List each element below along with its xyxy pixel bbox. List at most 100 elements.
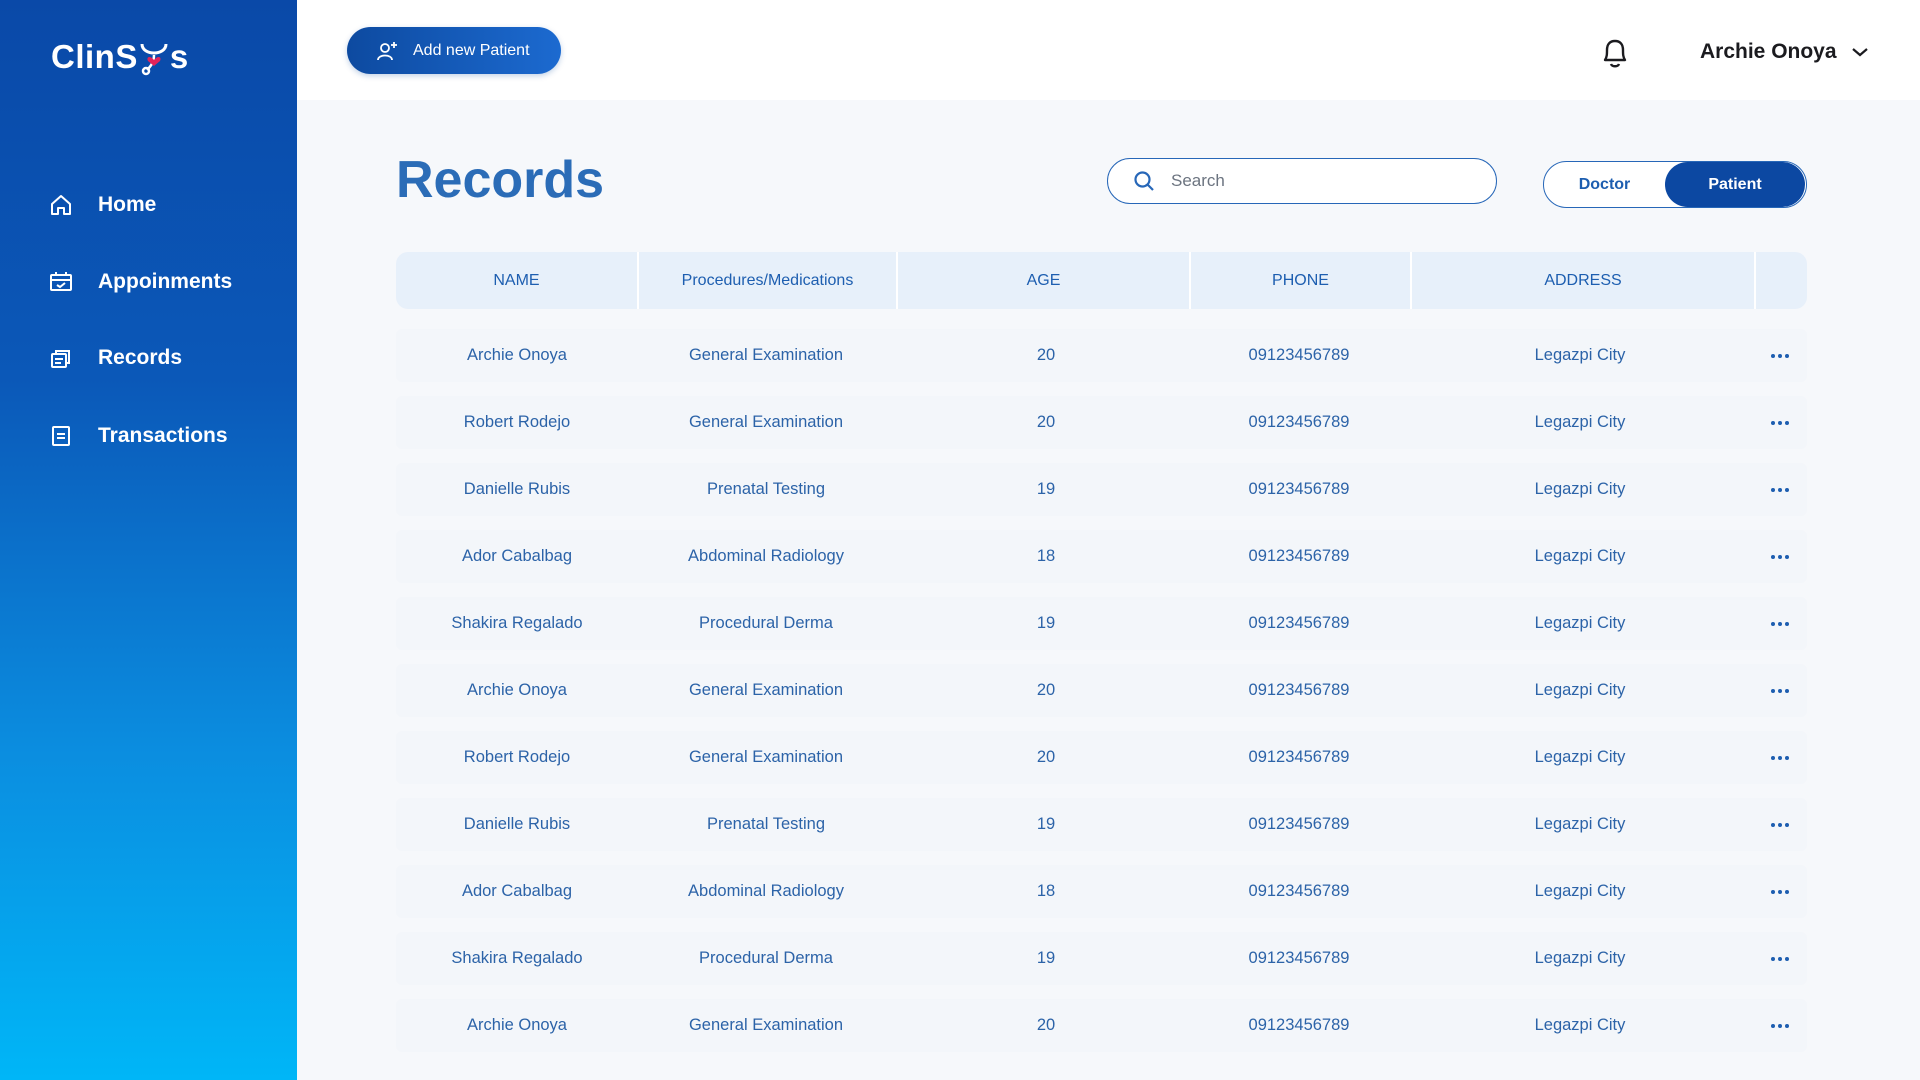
table-row[interactable]: Robert Rodejo General Examination 20 091234… [396,396,1807,449]
cell-address: Legazpi City [1534,815,1626,833]
sidebar-item-home[interactable]: Home [48,192,156,218]
top-bar: Add new Patient Archie Onoya [297,0,1920,100]
sidebar: ClinS s Home Appoinments Records Transac… [0,0,297,1080]
cell-address: Legazpi City [1534,547,1626,565]
column-header-name[interactable]: NAME [396,252,639,309]
table-row[interactable]: Danielle Rubis Prenatal Testing 19 09123456… [396,463,1807,516]
search-icon [1133,170,1155,192]
more-options-icon[interactable] [1760,999,1800,1052]
cell-phone: 09123456789 [1248,346,1350,364]
cell-phone: 09123456789 [1248,547,1350,565]
cell-age: 20 [1036,413,1056,431]
cell-name: Ador Cabalbag [461,547,573,565]
cell-procedure: Abdominal Radiology [688,882,844,900]
sidebar-item-records[interactable]: Records [48,345,182,371]
more-options-icon[interactable] [1760,463,1800,516]
cell-name: Robert Rodejo [463,413,571,431]
cell-procedure: Abdominal Radiology [688,547,844,565]
table-row[interactable]: Ador Cabalbag Abdominal Radiology 18 091234… [396,865,1807,918]
more-options-icon[interactable] [1760,731,1800,784]
toggle-patient[interactable]: Patient [1665,162,1805,207]
cell-phone: 09123456789 [1248,815,1350,833]
cell-name: Shakira Regalado [451,614,583,632]
more-options-icon[interactable] [1760,865,1800,918]
table-row[interactable]: Robert Rodejo General Examination 20 091234… [396,731,1807,784]
home-icon [48,192,74,218]
column-header-procedures[interactable]: Procedures/Medications [639,252,898,309]
app-logo[interactable]: ClinS s [51,38,189,76]
more-options-icon[interactable] [1760,932,1800,985]
cell-phone: 09123456789 [1248,681,1350,699]
user-menu[interactable]: Archie Onoya [1700,40,1869,64]
more-options-icon[interactable] [1760,329,1800,382]
cell-age: 20 [1036,748,1056,766]
logo-text-right: s [169,38,189,75]
document-icon [48,423,74,449]
cell-procedure: General Examination [688,681,844,699]
cell-name: Archie Onoya [467,346,567,364]
page-title: Records [396,151,605,209]
column-header-phone[interactable]: PHONE [1191,252,1412,309]
cell-phone: 09123456789 [1248,748,1350,766]
cell-procedure: Procedural Derma [699,949,833,967]
cell-phone: 09123456789 [1248,413,1350,431]
chevron-down-icon [1851,40,1869,64]
logo-text-left: ClinS [51,38,138,75]
table-row[interactable]: Archie Onoya General Examination 20 0912345… [396,329,1807,382]
add-user-icon [377,40,399,62]
more-options-icon[interactable] [1760,396,1800,449]
cell-procedure: Prenatal Testing [706,480,826,498]
cell-procedure: General Examination [688,346,844,364]
role-toggle: Doctor Patient [1543,161,1807,208]
cell-procedure: General Examination [688,413,844,431]
column-header-age[interactable]: AGE [898,252,1191,309]
records-table: NAME Procedures/Medications AGE PHONE AD… [396,252,1807,1052]
cell-procedure: General Examination [688,748,844,766]
cell-address: Legazpi City [1534,346,1626,364]
column-header-address[interactable]: ADDRESS [1412,252,1756,309]
table-row[interactable]: Shakira Regalado Procedural Derma 19 091234… [396,932,1807,985]
sidebar-item-label: Appoinments [98,270,233,293]
notification-bell-icon[interactable] [1599,36,1631,70]
cell-name: Shakira Regalado [451,949,583,967]
user-name: Archie Onoya [1700,40,1837,63]
cell-address: Legazpi City [1534,681,1626,699]
sidebar-item-label: Transactions [98,424,228,447]
cell-age: 19 [1036,949,1056,967]
sidebar-item-appointments[interactable]: Appoinments [48,269,232,295]
cell-phone: 09123456789 [1248,480,1350,498]
cell-address: Legazpi City [1534,882,1626,900]
cell-address: Legazpi City [1534,614,1626,632]
cell-procedure: Procedural Derma [699,614,833,632]
table-row[interactable]: Archie Onoya General Examination 20 0912345… [396,664,1807,717]
cell-address: Legazpi City [1534,480,1626,498]
search-input[interactable] [1169,170,1473,192]
cell-age: 19 [1036,480,1056,498]
sidebar-item-label: Records [98,346,183,369]
cell-address: Legazpi City [1534,748,1626,766]
cell-age: 19 [1036,815,1056,833]
cell-address: Legazpi City [1534,1016,1626,1034]
cell-phone: 09123456789 [1248,882,1350,900]
cell-name: Danielle Rubis [463,480,571,498]
search-box[interactable] [1107,158,1497,204]
table-row[interactable]: Shakira Regalado Procedural Derma 19 091234… [396,597,1807,650]
more-options-icon[interactable] [1760,798,1800,851]
add-new-patient-button[interactable]: Add new Patient [347,27,561,74]
sidebar-item-transactions[interactable]: Transactions [48,423,228,449]
toggle-doctor[interactable]: Doctor [1544,162,1665,207]
more-options-icon[interactable] [1760,664,1800,717]
cell-name: Archie Onoya [467,1016,567,1034]
more-options-icon[interactable] [1760,597,1800,650]
table-row[interactable]: Danielle Rubis Prenatal Testing 19 09123456… [396,798,1807,851]
table-row[interactable]: Archie Onoya General Examination 20 0912345… [396,999,1807,1052]
table-row[interactable]: Ador Cabalbag Abdominal Radiology 18 091234… [396,530,1807,583]
cell-procedure: Prenatal Testing [706,815,826,833]
more-options-icon[interactable] [1760,530,1800,583]
cell-name: Robert Rodejo [463,748,571,766]
calendar-icon [48,269,74,295]
cell-age: 20 [1036,681,1056,699]
table-header: NAME Procedures/Medications AGE PHONE AD… [396,252,1807,309]
cell-age: 18 [1036,882,1056,900]
cell-address: Legazpi City [1534,413,1626,431]
